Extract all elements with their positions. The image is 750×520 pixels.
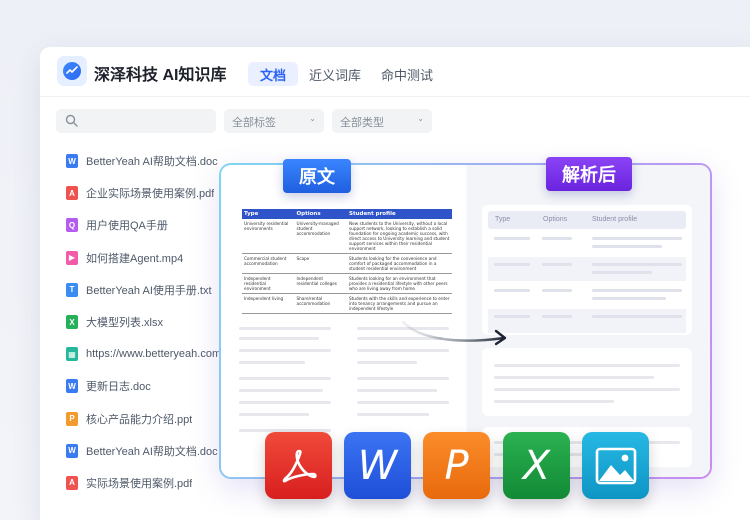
file-name: 大模型列表.xlsx	[86, 317, 163, 330]
ppt-format-icon: P	[423, 432, 490, 499]
parsed-text-card	[482, 348, 692, 416]
file-name: BetterYeah AI使用手册.txt	[86, 284, 212, 297]
parsed-table-card: Type Options Student profile	[482, 205, 692, 335]
table-cell: New students to the University, without …	[347, 219, 452, 255]
parsed-header-type: Type	[495, 216, 511, 223]
table-cell: Students with the skills and experience …	[347, 293, 452, 315]
file-name: 企业实际场景使用案例.pdf	[86, 188, 215, 201]
image-format-icon	[582, 432, 649, 499]
table-cell: Independent residential environment	[242, 273, 295, 295]
tag-select-label: 全部标签	[232, 117, 276, 129]
pdf-icon: A	[66, 475, 78, 490]
table-cell: Commercial student accommodation	[242, 253, 295, 275]
table-cell: University residential environments	[242, 219, 295, 255]
type-select-label: 全部类型	[340, 117, 384, 129]
file-name: 如何搭建Agent.mp4	[86, 252, 184, 265]
chevron-down-icon: ⌄	[309, 114, 316, 123]
file-name: 用户使用QA手册	[86, 220, 168, 233]
tab-synonyms[interactable]: 近义词库	[297, 62, 373, 86]
original-table-header: Options	[294, 209, 347, 219]
table-cell: Students looking for an environment that…	[347, 273, 452, 295]
table-cell: Share/rental accommodation	[294, 293, 347, 315]
word-icon: W	[66, 443, 78, 458]
table-row: University residential environments Unive…	[242, 219, 452, 255]
app-logo-icon	[57, 56, 87, 86]
tab-hit-test[interactable]: 命中测试	[369, 62, 445, 86]
file-name: https://www.betteryeah.com	[86, 348, 222, 361]
text-icon: T	[66, 282, 78, 297]
word-icon: W	[66, 154, 78, 169]
file-name: BetterYeah AI帮助文档.doc	[86, 445, 218, 458]
parsed-label: 解析后	[546, 157, 632, 191]
app-title: 深泽科技 AI知识库	[94, 67, 227, 84]
video-icon: ▶	[66, 250, 78, 265]
pdf-format-icon	[265, 432, 332, 499]
file-name: 实际场景使用案例.pdf	[86, 477, 193, 490]
table-cell: Scape	[294, 253, 347, 275]
original-label: 原文	[283, 159, 351, 193]
table-cell: Students looking for the convenience and…	[347, 253, 452, 275]
table-row: Commercial student accommodation Scape Stu…	[242, 253, 452, 275]
file-name: 核心产品能力介绍.ppt	[86, 413, 193, 426]
chevron-down-icon: ⌄	[417, 114, 424, 123]
table-row: Independent residential environment Indep…	[242, 273, 452, 295]
parsed-header-profile: Student profile	[592, 216, 638, 223]
top-bar: 深泽科技 AI知识库 文档 近义词库 命中测试	[40, 47, 750, 97]
tab-documents[interactable]: 文档	[248, 62, 299, 86]
tag-select[interactable]: 全部标签 ⌄	[224, 109, 324, 133]
table-row: Independent living Share/rental accommoda…	[242, 293, 452, 315]
original-table-header: Student profile	[347, 209, 452, 219]
table-cell: Independent living	[242, 293, 295, 315]
file-name: BetterYeah AI帮助文档.doc	[86, 156, 218, 169]
table-cell: University-managed student accommodation	[294, 219, 347, 255]
pdf-icon: A	[66, 186, 78, 201]
word-icon: W	[66, 379, 78, 394]
convert-arrow-icon	[401, 320, 507, 346]
web-icon: ▦	[66, 347, 78, 362]
search-icon	[65, 114, 78, 127]
word-format-icon: W	[344, 432, 411, 499]
qa-icon: Q	[66, 218, 78, 233]
table-cell: Independent residential colleges	[294, 273, 347, 295]
original-table-header: Type	[242, 209, 295, 219]
original-table: Type Options Student profile University re…	[242, 209, 452, 315]
file-name: 更新日志.doc	[86, 381, 151, 394]
excel-format-icon: X	[503, 432, 570, 499]
search-input[interactable]	[56, 109, 216, 133]
parsed-header-options: Options	[543, 216, 568, 223]
ppt-icon: P	[66, 411, 78, 426]
type-select[interactable]: 全部类型 ⌄	[332, 109, 432, 133]
excel-icon: X	[66, 315, 78, 330]
